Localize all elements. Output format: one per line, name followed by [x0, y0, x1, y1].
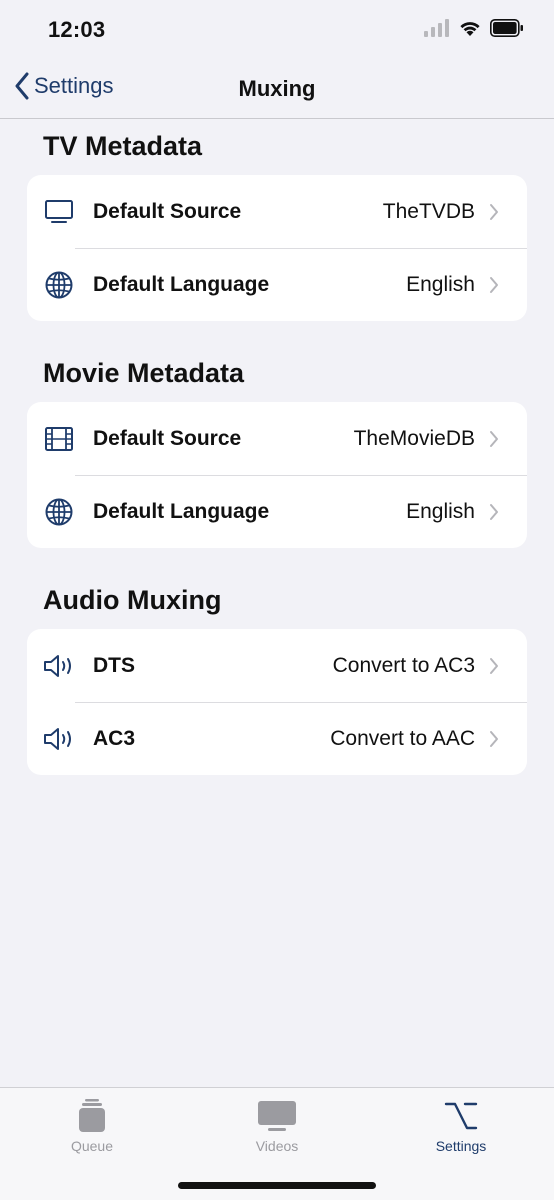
movie-default-language-row[interactable]: Default Language English: [27, 475, 527, 548]
page-title: Muxing: [238, 76, 316, 101]
row-value: English: [406, 499, 475, 523]
globe-icon: [43, 270, 75, 300]
home-indicator: [178, 1182, 376, 1189]
section-header-tv-metadata: TV Metadata: [43, 131, 203, 161]
chevron-right-icon: [490, 731, 498, 747]
tab-videos[interactable]: Videos: [217, 1098, 337, 1154]
globe-icon: [43, 497, 75, 527]
tv-icon: [43, 197, 75, 227]
tab-label: Queue: [70, 1138, 114, 1154]
chevron-right-icon: [490, 277, 498, 293]
battery-icon: [490, 19, 523, 37]
row-value: TheMovieDB: [353, 426, 475, 450]
section-header-audio-muxing: Audio Muxing: [43, 585, 222, 615]
row-label: Default Source: [93, 199, 242, 223]
tv-metadata-group: Default Source TheTVDB Default Language …: [27, 175, 527, 321]
row-label: Default Language: [93, 272, 270, 296]
status-bar: 12:03: [0, 0, 554, 56]
tab-queue[interactable]: Queue: [32, 1098, 152, 1154]
audio-dts-row[interactable]: DTS Convert to AC3: [27, 629, 527, 702]
movie-metadata-group: Default Source TheMovieDB Default Langua…: [27, 402, 527, 548]
row-label: Default Source: [93, 426, 242, 450]
status-time: 12:03: [48, 17, 106, 42]
navigation-bar: Settings Muxing: [0, 56, 554, 119]
row-value: English: [406, 272, 475, 296]
chevron-right-icon: [490, 204, 498, 220]
wifi-icon: [460, 22, 480, 36]
row-value: TheTVDB: [382, 199, 475, 223]
audio-muxing-group: DTS Convert to AC3 AC3 Convert to AAC: [27, 629, 527, 775]
settings-option-icon: [401, 1098, 521, 1134]
speaker-icon: [43, 651, 75, 681]
cellular-signal-icon: [424, 19, 449, 37]
row-label: AC3: [93, 726, 136, 750]
tv-default-language-row[interactable]: Default Language English: [27, 248, 527, 321]
chevron-right-icon: [490, 658, 498, 674]
tab-label: Videos: [255, 1138, 299, 1154]
speaker-icon: [43, 724, 75, 754]
row-label: Default Language: [93, 499, 270, 523]
status-icons: [424, 19, 524, 37]
film-icon: [43, 424, 75, 454]
movie-default-source-row[interactable]: Default Source TheMovieDB: [27, 402, 527, 475]
chevron-right-icon: [490, 431, 498, 447]
queue-icon: [32, 1098, 152, 1134]
chevron-right-icon: [490, 504, 498, 520]
tv-default-source-row[interactable]: Default Source TheTVDB: [27, 175, 527, 248]
videos-icon: [217, 1098, 337, 1134]
tab-settings[interactable]: Settings: [401, 1098, 521, 1154]
tab-label: Settings: [435, 1138, 487, 1154]
row-label: DTS: [93, 653, 135, 677]
row-value: Convert to AC3: [332, 653, 475, 677]
section-header-movie-metadata: Movie Metadata: [43, 358, 245, 388]
audio-ac3-row[interactable]: AC3 Convert to AAC: [27, 702, 527, 775]
row-value: Convert to AAC: [330, 726, 475, 750]
